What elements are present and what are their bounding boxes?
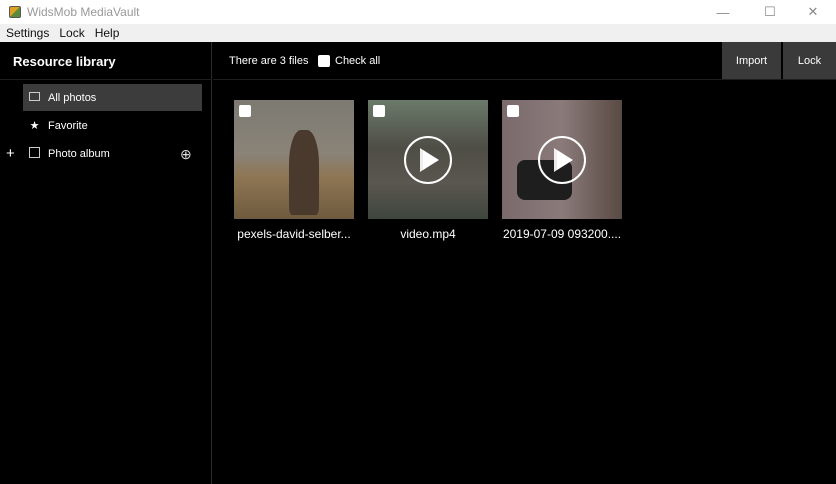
sidebar-item-photo-album[interactable]: Photo album (23, 140, 202, 167)
play-icon[interactable] (404, 136, 452, 184)
menu-help[interactable]: Help (95, 26, 120, 40)
title-bar: WidsMob MediaVault — ☐ ✕ (0, 0, 836, 24)
album-icon (28, 146, 41, 161)
sidebar-item-label: Photo album (48, 147, 110, 160)
expand-icon[interactable]: + (6, 145, 15, 162)
minimize-button[interactable]: — (700, 0, 746, 24)
menu-settings[interactable]: Settings (6, 26, 49, 40)
sidebar-item-favorite[interactable]: ★ Favorite (23, 112, 202, 139)
menu-lock[interactable]: Lock (59, 26, 84, 40)
maximize-button[interactable]: ☐ (747, 0, 793, 24)
thumbnail-video[interactable] (502, 100, 622, 219)
file-name: 2019-07-09 093200.... (502, 227, 622, 241)
import-button[interactable]: Import (722, 42, 781, 79)
sidebar: Resource library All photos ★ Favorite +… (0, 42, 212, 484)
window-title: WidsMob MediaVault (27, 5, 140, 19)
sidebar-item-label: Favorite (48, 119, 88, 132)
play-icon[interactable] (538, 136, 586, 184)
file-name: pexels-david-selber... (237, 227, 351, 241)
sidebar-item-all-photos[interactable]: All photos (23, 84, 202, 111)
sidebar-title: Resource library (13, 54, 116, 69)
check-all-label[interactable]: Check all (335, 55, 380, 67)
thumbnail-photo[interactable] (234, 100, 354, 219)
check-all-checkbox[interactable] (318, 55, 330, 67)
lock-button[interactable]: Lock (783, 42, 836, 79)
file-checkbox[interactable] (239, 105, 251, 117)
app-icon (9, 6, 21, 18)
add-album-icon[interactable]: ⊕ (180, 146, 192, 163)
star-icon: ★ (29, 120, 40, 132)
file-checkbox[interactable] (507, 105, 519, 117)
file-name: video.mp4 (400, 227, 456, 241)
divider (0, 79, 212, 80)
file-count: There are 3 files (229, 55, 309, 67)
photo-frame-icon (28, 91, 41, 104)
menu-bar: Settings Lock Help (0, 24, 836, 42)
close-button[interactable]: ✕ (790, 0, 836, 24)
thumbnail-video[interactable] (368, 100, 488, 219)
file-checkbox[interactable] (373, 105, 385, 117)
toolbar: There are 3 files Check all Import Lock (213, 42, 836, 80)
sidebar-item-label: All photos (48, 91, 97, 104)
